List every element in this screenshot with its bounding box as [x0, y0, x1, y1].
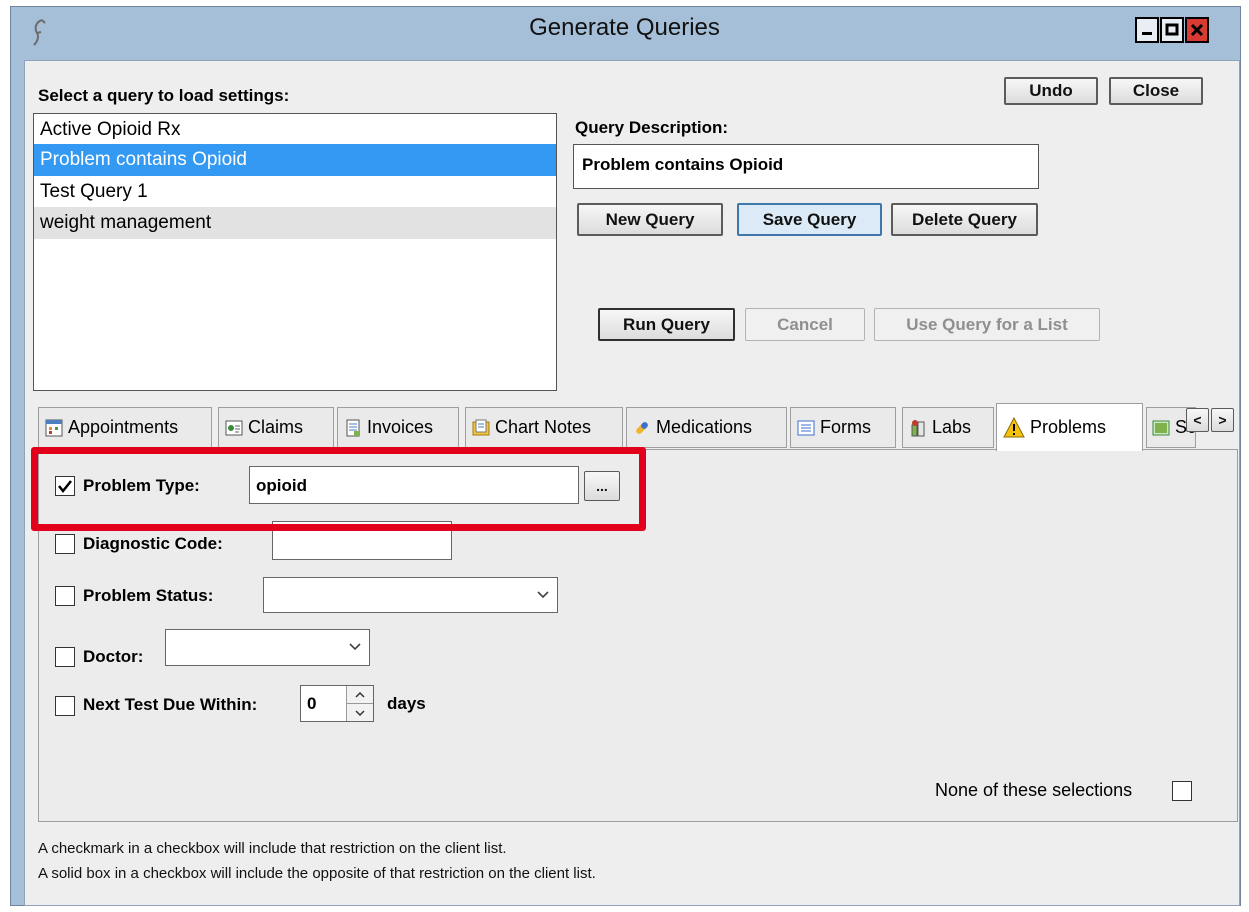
- labs-icon: [911, 419, 925, 436]
- doctor-label: Doctor:: [83, 647, 144, 666]
- maximize-icon: [1165, 23, 1179, 36]
- tab-label: Medications: [656, 417, 753, 437]
- warning-icon: [1003, 416, 1025, 437]
- tab-label: Claims: [248, 417, 304, 437]
- scans-icon: [1152, 420, 1170, 435]
- query-description-label: Query Description:: [575, 118, 729, 137]
- chevron-up-icon: [355, 691, 365, 698]
- close-icon: [1190, 23, 1204, 37]
- undo-button[interactable]: Undo: [1004, 77, 1098, 105]
- none-of-these-label: None of these selections: [935, 780, 1133, 800]
- tab-label: Chart Notes: [495, 417, 592, 437]
- chevron-down-icon: [537, 591, 549, 599]
- doctor-select[interactable]: [165, 629, 370, 666]
- next-test-due-unit: days: [387, 694, 426, 713]
- forms-icon: [797, 420, 815, 435]
- diagnostic-code-label: Diagnostic Code:: [83, 534, 223, 553]
- minimize-button[interactable]: [1135, 17, 1159, 43]
- tab-scroll-buttons: < >: [1186, 408, 1234, 432]
- footnote-checkmark: A checkmark in a checkbox will include t…: [38, 840, 507, 857]
- tab-forms[interactable]: Forms: [790, 407, 896, 448]
- tab-problems[interactable]: Problems: [996, 403, 1143, 451]
- spinner-down-button[interactable]: [347, 704, 373, 721]
- window-title: Generate Queries: [529, 14, 720, 41]
- appointments-icon: [45, 419, 63, 436]
- tab-label: Forms: [820, 417, 871, 437]
- list-item[interactable]: Test Query 1: [34, 176, 556, 208]
- tab-invoices[interactable]: Invoices: [337, 407, 459, 448]
- list-item[interactable]: weight management: [34, 207, 556, 239]
- use-query-for-list-button[interactable]: Use Query for a List: [874, 308, 1100, 341]
- highlight-box: [31, 447, 646, 531]
- maximize-button[interactable]: [1160, 17, 1184, 43]
- save-query-button[interactable]: Save Query: [737, 203, 882, 236]
- claims-icon: [225, 420, 243, 435]
- list-item-selected[interactable]: Problem contains Opioid: [34, 144, 556, 176]
- chevron-down-icon: [349, 643, 361, 651]
- list-item[interactable]: Active Opioid Rx: [34, 114, 556, 146]
- problem-status-checkbox[interactable]: [55, 586, 75, 606]
- minimize-icon: [1142, 32, 1152, 35]
- tab-claims[interactable]: Claims: [218, 407, 334, 448]
- next-test-due-spinner[interactable]: 0: [300, 685, 374, 722]
- next-test-due-value: 0: [307, 694, 317, 713]
- tab-label: Problems: [1030, 417, 1107, 437]
- delete-query-button[interactable]: Delete Query: [891, 203, 1038, 236]
- next-test-due-label: Next Test Due Within:: [83, 695, 258, 714]
- close-window-button[interactable]: [1185, 17, 1209, 43]
- query-list-heading: Select a query to load settings:: [38, 86, 290, 105]
- none-of-these-checkbox[interactable]: [1172, 781, 1192, 801]
- next-test-due-checkbox[interactable]: [55, 696, 75, 716]
- tab-scroll-right-button[interactable]: >: [1211, 408, 1234, 432]
- cancel-query-button[interactable]: Cancel: [745, 308, 865, 341]
- query-description-input[interactable]: Problem contains Opioid: [573, 144, 1039, 189]
- query-list[interactable]: Active Opioid Rx Problem contains Opioid…: [33, 113, 557, 391]
- doctor-checkbox[interactable]: [55, 647, 75, 667]
- new-query-button[interactable]: New Query: [577, 203, 723, 236]
- tab-labs[interactable]: Labs: [902, 407, 994, 448]
- tab-label: Labs: [932, 417, 972, 437]
- problem-status-select[interactable]: [263, 577, 558, 613]
- diagnostic-code-checkbox[interactable]: [55, 534, 75, 554]
- close-button[interactable]: Close: [1109, 77, 1203, 105]
- tab-label: Appointments: [68, 417, 179, 437]
- spinner-up-button[interactable]: [347, 686, 373, 704]
- chevron-down-icon: [355, 709, 365, 716]
- tab-chart-notes[interactable]: Chart Notes: [465, 407, 623, 448]
- tab-scroll-left-button[interactable]: <: [1186, 408, 1209, 432]
- tab-label: Invoices: [367, 417, 434, 437]
- medications-icon: [636, 421, 648, 434]
- run-query-button[interactable]: Run Query: [598, 308, 735, 341]
- tab-appointments[interactable]: Appointments: [38, 407, 212, 448]
- tab-medications[interactable]: Medications: [626, 407, 787, 448]
- invoices-icon: [346, 419, 360, 436]
- chart-notes-icon: [472, 419, 490, 435]
- spinner-buttons: [346, 686, 373, 721]
- footnote-solid-box: A solid box in a checkbox will include t…: [38, 865, 596, 882]
- problem-status-label: Problem Status:: [83, 586, 214, 605]
